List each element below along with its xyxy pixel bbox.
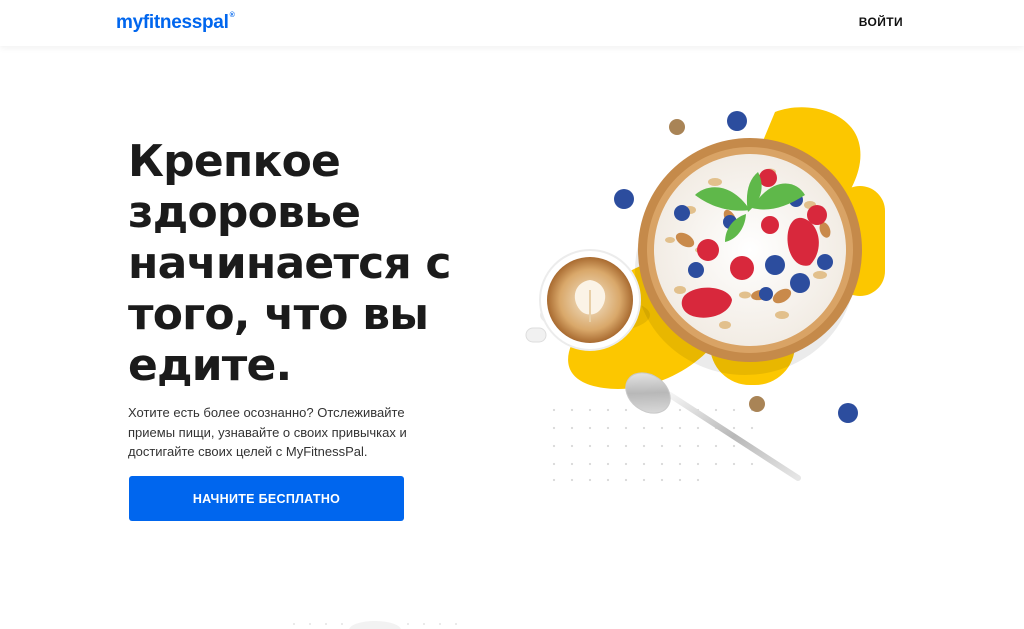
hero-description: Хотите есть более осознанно? Отслеживайт… [128,405,407,459]
oatmeal-bowl-icon [638,138,862,362]
logo-text: myfitnesspal [116,12,229,33]
decorative-dots-bottom [293,621,457,629]
dot-pattern [552,408,754,482]
myfitnesspal-logo[interactable]: myfitnesspal® [116,12,235,34]
start-free-button[interactable]: НАЧНИТЕ БЕСПЛАТНО [129,476,404,521]
logo-trademark: ® [229,12,235,19]
hero-food-illustration [525,107,885,482]
login-link[interactable]: ВОЙТИ [859,15,903,29]
hero-title: Крепкое здоровье начинается с того, что … [128,136,452,391]
site-header: myfitnesspal® ВОЙТИ [0,0,1024,46]
